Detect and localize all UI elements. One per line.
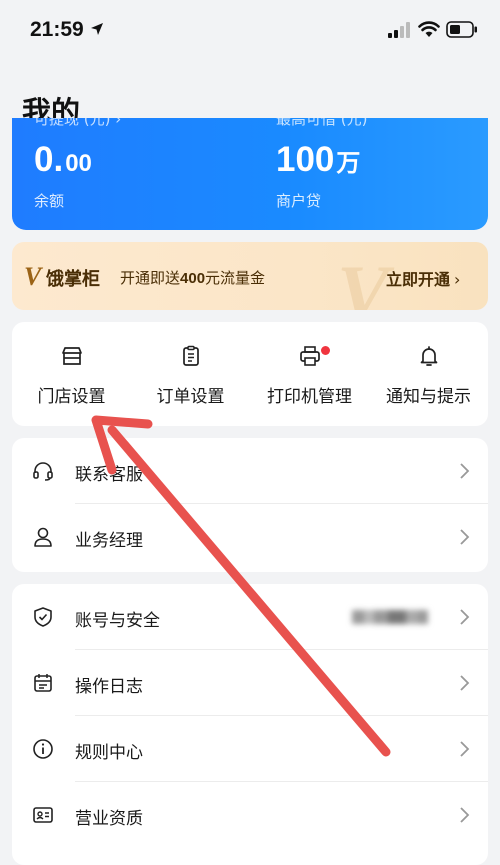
battery-icon	[446, 21, 477, 38]
balance-card: 可提现 (元) › 0.00 余额 最高可借 (元) 100万 商户贷	[12, 118, 488, 230]
open-now-button[interactable]: 立即开通 ›	[386, 266, 460, 290]
support-list-card: 联系客服 业务经理	[12, 438, 488, 572]
promo-banner[interactable]: V V 饿掌柜 开通即送400元流量金 立即开通 ›	[12, 242, 488, 310]
order-settings-button[interactable]: 订单设置	[131, 322, 250, 426]
account-manager-label: 业务经理	[75, 531, 143, 551]
location-arrow-icon	[91, 23, 103, 35]
id-card-icon	[33, 807, 53, 823]
settings-list-card: 账号与安全 操作日志 规则中心 营业资质	[12, 584, 488, 865]
promo-brand-name: 饿掌柜	[46, 269, 100, 290]
merchant-loan-label: 商户贷	[276, 192, 322, 210]
chevron-right-icon	[460, 741, 470, 757]
contact-support-row[interactable]: 联系客服	[12, 438, 488, 504]
shield-icon	[34, 607, 52, 627]
person-icon	[34, 527, 52, 547]
promo-text-prefix: 开通即送	[120, 269, 181, 287]
chevron-right-icon	[460, 675, 470, 691]
store-icon	[61, 347, 82, 365]
promo-text: 开通即送400元流量金	[120, 267, 265, 288]
promo-amount: 400	[180, 270, 206, 287]
balance-value-main: 0.	[34, 140, 64, 179]
balance-label: 余额	[34, 192, 65, 210]
max-loan-header: 最高可借 (元)	[276, 118, 368, 128]
status-time: 21:59	[30, 18, 84, 41]
notifications-button[interactable]: 通知与提示	[369, 322, 488, 426]
account-security-label: 账号与安全	[75, 611, 160, 631]
promo-text-suffix: 元流量金	[205, 269, 266, 287]
balance-value-decimal: 00	[65, 150, 92, 177]
notifications-label: 通知与提示	[386, 387, 471, 407]
open-now-label: 立即开通	[386, 270, 451, 289]
loan-value: 100万	[276, 140, 360, 180]
chevron-right-icon	[460, 463, 470, 479]
business-license-label: 营业资质	[75, 809, 143, 829]
status-bar: 21:59	[0, 0, 500, 60]
chevron-right-icon: ›	[454, 270, 461, 289]
loan-value-unit: 万	[336, 150, 361, 177]
info-icon	[33, 739, 53, 759]
rules-center-label: 规则中心	[75, 743, 143, 763]
business-license-row[interactable]: 营业资质	[12, 782, 488, 848]
withdrawable-header[interactable]: 可提现 (元) ›	[34, 118, 121, 129]
signal-icon	[388, 22, 410, 38]
calendar-icon	[34, 674, 52, 692]
clipboard-icon	[182, 345, 199, 366]
account-security-row[interactable]: 账号与安全	[12, 584, 488, 650]
chevron-right-icon	[460, 807, 470, 823]
quick-actions-card: 门店设置 订单设置 打印机管理 通知与提示	[12, 322, 488, 426]
balance-value: 0.00	[34, 140, 92, 180]
wifi-icon	[418, 21, 440, 37]
loan-value-main: 100	[276, 140, 335, 179]
headset-icon	[33, 462, 53, 481]
account-manager-row[interactable]: 业务经理	[12, 504, 488, 570]
operation-log-label: 操作日志	[75, 677, 143, 697]
brand-logo-icon: V	[24, 262, 42, 291]
rules-center-row[interactable]: 规则中心	[12, 716, 488, 782]
promo-watermark-logo: V	[337, 249, 390, 310]
store-settings-button[interactable]: 门店设置	[12, 322, 131, 426]
chevron-right-icon	[460, 609, 470, 625]
bell-icon	[420, 346, 437, 366]
contact-support-label: 联系客服	[75, 465, 143, 485]
operation-log-row[interactable]: 操作日志	[12, 650, 488, 716]
chevron-right-icon	[460, 529, 470, 545]
printer-management-button[interactable]: 打印机管理	[250, 322, 369, 426]
printer-icon	[299, 346, 320, 366]
notification-dot	[321, 346, 330, 355]
masked-account-info	[352, 607, 448, 627]
